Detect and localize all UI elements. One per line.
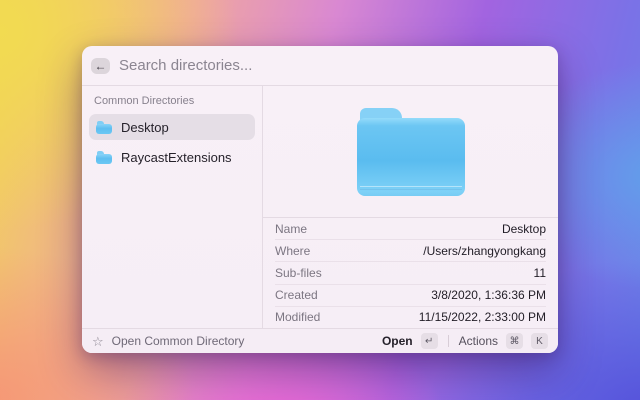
detail-row-name: Name Desktop (275, 218, 546, 241)
actions-button[interactable]: Actions (459, 334, 498, 348)
detail-label: Modified (275, 310, 321, 325)
return-key-icon: ↵ (420, 333, 438, 349)
folder-icon (96, 150, 112, 164)
sidebar-section-label: Common Directories (94, 95, 195, 107)
detail-row-where: Where /Users/zhangyongkang (275, 240, 546, 263)
folder-icon (96, 120, 112, 134)
detail-label: Name (275, 221, 308, 236)
sidebar-item-desktop[interactable]: Desktop (89, 114, 255, 140)
detail-row-modified: Modified 11/15/2022, 2:33:00 PM (275, 307, 546, 328)
folder-preview (263, 86, 558, 218)
detail-panel: Name Desktop Where /Users/zhangyongkang … (263, 86, 558, 328)
folder-icon-large (356, 107, 465, 196)
detail-label: Sub-files (275, 266, 322, 280)
command-key-icon: ⌘ (506, 333, 523, 349)
back-button[interactable]: ← (91, 57, 110, 74)
detail-row-created: Created 3/8/2020, 1:36:36 PM (275, 285, 546, 307)
detail-row-subfiles: Sub-files 11 (275, 262, 546, 285)
detail-value: 11/15/2022, 2:33:00 PM (418, 310, 546, 325)
detail-value: Desktop (501, 221, 546, 236)
raycast-window: ← Common Directories Desktop RaycastExte… (82, 46, 558, 353)
search-input[interactable] (119, 57, 549, 74)
k-key-icon: K (531, 333, 548, 349)
status-action-label: Open Common Directory (111, 334, 245, 348)
back-arrow-icon: ← (94, 58, 107, 73)
status-divider (447, 335, 449, 347)
detail-value: /Users/zhangyongkang (423, 243, 546, 258)
sidebar: Common Directories Desktop RaycastExtens… (82, 86, 263, 328)
details-table: Name Desktop Where /Users/zhangyongkang … (263, 218, 558, 328)
star-icon: ☆ (92, 333, 104, 349)
sidebar-item-raycastextensions[interactable]: RaycastExtensions (89, 144, 255, 170)
open-button[interactable]: Open (382, 334, 413, 348)
sidebar-item-label: RaycastExtensions (121, 149, 232, 165)
detail-value: 11 (533, 266, 546, 280)
content-area: Common Directories Desktop RaycastExtens… (82, 86, 558, 328)
detail-value: 3/8/2020, 1:36:36 PM (431, 288, 546, 303)
detail-label: Created (275, 288, 318, 303)
status-bar: ☆ Open Common Directory Open ↵ Actions ⌘… (82, 328, 558, 353)
detail-label: Where (275, 243, 311, 258)
sidebar-item-label: Desktop (121, 119, 169, 135)
search-bar: ← (82, 46, 558, 86)
